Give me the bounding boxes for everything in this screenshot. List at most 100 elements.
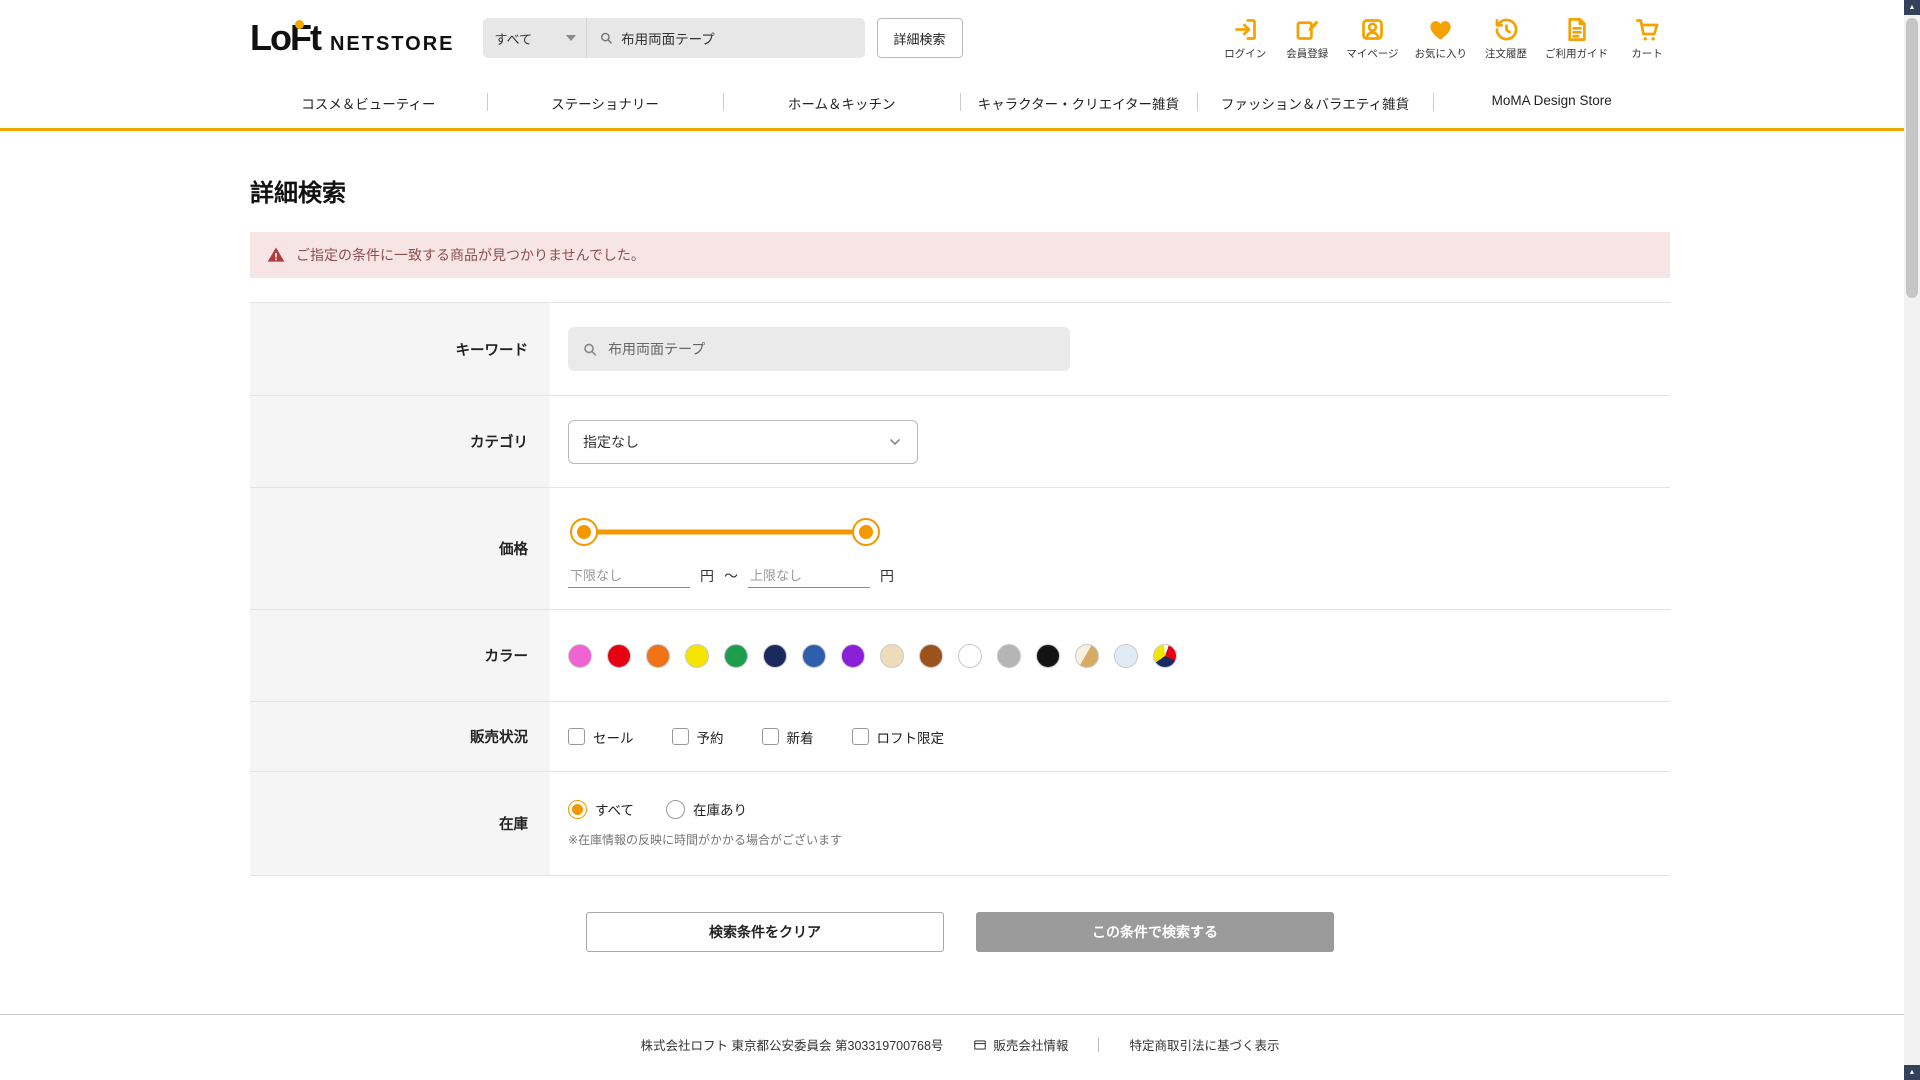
checkbox-sale[interactable]: セール [568, 727, 634, 747]
checkbox-box[interactable] [671, 728, 689, 745]
price-range-slider[interactable] [570, 517, 880, 546]
radio-stock-all-label: すべて [595, 803, 635, 818]
scrollbar-thumb[interactable] [1906, 18, 1918, 298]
nav-item-moma[interactable]: MoMA Design Store [1433, 76, 1670, 128]
login-button[interactable]: ログイン [1222, 16, 1268, 61]
checkbox-new[interactable]: 新着 [761, 727, 814, 747]
search-with-conditions-button[interactable]: この条件で検索する [976, 912, 1334, 952]
slider-handle-max[interactable] [852, 517, 880, 546]
color-swatch-black[interactable] [1036, 643, 1060, 668]
footer-company-text: 株式会社ロフト 東京都公安委員会 第303319700768号 [640, 1039, 944, 1053]
color-swatch-brown[interactable] [919, 643, 943, 668]
stock-note: ※在庫情報の反映に時間がかかる場合がございます [568, 833, 843, 847]
mypage-button[interactable]: マイページ [1346, 16, 1399, 61]
cart-icon [1635, 18, 1659, 41]
nav-item-character-goods[interactable]: キャラクター・クリエイター雑貨 [960, 76, 1197, 128]
scrollbar-down-arrow[interactable]: ▲ [1904, 1065, 1920, 1080]
color-swatch-clear[interactable] [1114, 643, 1138, 668]
color-swatch-pink[interactable] [568, 643, 592, 668]
color-swatch-navy[interactable] [763, 643, 787, 668]
keyword-field [568, 327, 1070, 371]
color-swatch-gold[interactable] [1075, 643, 1099, 668]
window-icon [974, 1039, 987, 1050]
keyword-input[interactable] [608, 341, 1056, 357]
price-separator: ～ [724, 567, 738, 584]
mypage-label: マイページ [1346, 47, 1399, 60]
clear-conditions-button[interactable]: 検索条件をクリア [586, 912, 944, 952]
checkbox-preorder-label: 予約 [696, 730, 724, 746]
slider-track [580, 529, 870, 534]
checkbox-box[interactable] [851, 728, 869, 745]
order-history-label: 注文履歴 [1485, 47, 1527, 60]
category-row-label: カテゴリ [250, 396, 550, 487]
scrollbar-up-arrow[interactable]: ▲ [1904, 0, 1920, 15]
order-history-button[interactable]: 注文履歴 [1483, 16, 1529, 61]
checkbox-preorder[interactable]: 予約 [671, 727, 724, 747]
category-select-value: 指定なし [583, 433, 639, 450]
radio-circle[interactable] [666, 799, 686, 819]
nav-item-stationery[interactable]: ステーショナリー [487, 76, 724, 128]
radio-circle[interactable] [568, 799, 587, 819]
header-search-category-select[interactable]: すべて [483, 18, 587, 58]
history-icon [1495, 18, 1517, 40]
mypage-icon [1361, 18, 1383, 40]
logo-yellow-dot-icon [294, 20, 304, 29]
color-swatch-orange[interactable] [646, 643, 670, 668]
header-search-group: すべて 詳細検索 [482, 18, 963, 58]
cart-button[interactable]: カート [1624, 16, 1670, 61]
nav-item-cosmetics[interactable]: コスメ＆ビューティー [250, 76, 487, 128]
footer-link-company-info[interactable]: 販売会社情報 [973, 1035, 1068, 1054]
nav-item-fashion-variety[interactable]: ファッション＆バラエティ雑貨 [1197, 76, 1434, 128]
scrollbar[interactable]: ▲ ▲ [1904, 0, 1920, 1080]
price-max-input[interactable] [748, 563, 870, 588]
search-icon [584, 343, 597, 356]
slider-handle-dot [859, 524, 873, 539]
slider-handle-dot [577, 524, 591, 539]
checkbox-new-label: 新着 [786, 730, 814, 746]
site-logo[interactable]: LoFt NETSTORE [250, 17, 455, 59]
color-swatch-multicolor[interactable] [1153, 643, 1177, 668]
login-icon [1234, 18, 1256, 40]
register-button[interactable]: 会員登録 [1284, 16, 1330, 61]
register-icon [1296, 20, 1319, 40]
favorites-button[interactable]: お気に入り [1415, 16, 1467, 61]
keyword-row-label: キーワード [250, 303, 550, 395]
header-utility-menu: ログイン 会員登録 マイページ お気に入り 注文履歴 ご利用ガイド カート [1222, 16, 1670, 61]
heart-icon [1430, 20, 1451, 40]
alert-text: ご指定の条件に一致する商品が見つかりませんでした。 [296, 247, 645, 263]
color-swatch-green[interactable] [724, 643, 748, 668]
checkbox-box[interactable] [568, 728, 585, 745]
radio-stock-available[interactable]: 在庫あり [666, 799, 747, 819]
chevron-down-icon [890, 438, 900, 445]
radio-stock-all[interactable]: すべて [568, 799, 634, 819]
price-inputs: 円 ～ 円 [568, 563, 894, 588]
color-swatch-yellow[interactable] [685, 643, 709, 668]
page-title: 詳細検索 [250, 180, 346, 207]
category-nav: コスメ＆ビューティー ステーショナリー ホーム＆キッチン キャラクター・クリエイ… [0, 76, 1920, 131]
guide-document-icon [1568, 17, 1586, 41]
footer-divider [1098, 1037, 1100, 1052]
price-min-unit: 円 [700, 567, 714, 584]
site-footer: 株式会社ロフト 東京都公安委員会 第303319700768号 販売会社情報 特… [0, 1014, 1920, 1080]
nav-item-home-kitchen[interactable]: ホーム＆キッチン [723, 76, 960, 128]
color-swatches [568, 643, 1177, 668]
color-swatch-beige[interactable] [880, 643, 904, 668]
advanced-search-button[interactable]: 詳細検索 [876, 18, 963, 58]
slider-handle-min[interactable] [570, 517, 598, 546]
checkbox-box[interactable] [761, 728, 779, 745]
color-swatch-gray[interactable] [997, 643, 1021, 668]
header-search-input[interactable] [621, 30, 853, 46]
category-select[interactable]: 指定なし [568, 419, 918, 464]
checkbox-loft-exclusive[interactable]: ロフト限定 [851, 727, 944, 747]
user-guide-button[interactable]: ご利用ガイド [1545, 16, 1608, 61]
color-swatch-purple[interactable] [841, 643, 865, 668]
color-swatch-white[interactable] [958, 643, 982, 668]
footer-link-commerce-law[interactable]: 特定商取引法に基づく表示 [1129, 1035, 1279, 1054]
color-swatch-red[interactable] [607, 643, 631, 668]
logo-text-loft: LoFt [250, 17, 322, 59]
color-row-label: カラー [250, 610, 550, 701]
color-swatch-blue[interactable] [802, 643, 826, 668]
price-min-input[interactable] [568, 563, 690, 588]
site-header: LoFt NETSTORE すべて 詳細検索 ログイン [0, 0, 1920, 76]
sales-status-row-label: 販売状況 [250, 702, 550, 771]
